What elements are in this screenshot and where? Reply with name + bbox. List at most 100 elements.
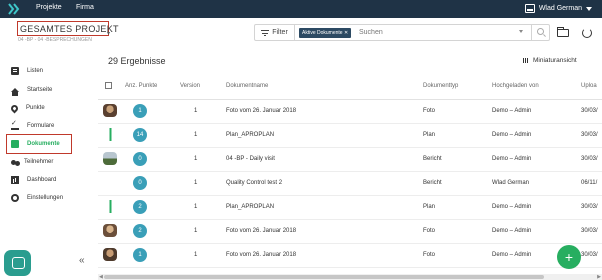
- sidebar-item-label: Startseite: [27, 87, 53, 93]
- version-cell: 1: [194, 204, 198, 210]
- sidebar-item-label: Einstellungen: [27, 195, 64, 201]
- chevron-down-icon[interactable]: [519, 30, 523, 33]
- sidebar-item-dashboard[interactable]: Dashboard: [11, 174, 56, 186]
- column-header-points[interactable]: Anz. Punkte: [125, 83, 157, 89]
- user-name: Wlad German: [538, 5, 582, 12]
- column-header-name[interactable]: Dokumentname: [226, 83, 268, 89]
- document-type-cell: Plan: [423, 132, 436, 138]
- document-name-cell[interactable]: Plan_APROPLAN: [226, 132, 274, 138]
- upload-date-cell: 30/03/: [581, 228, 598, 234]
- sidebar-item-dokumente[interactable]: Dokumente: [11, 138, 60, 150]
- sidebar-item-label: Listen: [27, 68, 44, 74]
- sidebar-item-teilnehmer[interactable]: Teilnehmer: [11, 156, 53, 168]
- column-header-uploader[interactable]: Hochgeladen von: [492, 83, 539, 89]
- upload-date-cell: 30/03/: [581, 108, 598, 114]
- sidebar-item-formulare[interactable]: Formulare: [11, 119, 55, 132]
- document-thumbnail[interactable]: [103, 104, 117, 117]
- app-logo-icon[interactable]: [7, 3, 21, 15]
- document-name-cell[interactable]: Quality Control test 2: [226, 180, 282, 186]
- document-thumbnail[interactable]: [103, 128, 117, 141]
- collapse-sidebar-icon[interactable]: «: [79, 255, 85, 266]
- document-thumbnail[interactable]: [103, 248, 117, 261]
- version-cell: 1: [194, 180, 198, 186]
- project-selector[interactable]: GESAMTES PROJEKT: [17, 21, 119, 36]
- document-type-cell: Foto: [423, 252, 436, 258]
- points-badge: 0: [133, 176, 147, 190]
- uploader-cell: Demo – Admin: [492, 228, 532, 234]
- sidebar-item-label: Dokumente: [27, 141, 60, 147]
- document-name-cell[interactable]: Plan_APROPLAN: [226, 204, 274, 210]
- document-thumbnail[interactable]: [103, 200, 117, 213]
- points-badge: 1: [133, 104, 147, 118]
- active-filter-chip[interactable]: Aktive Dokumente ✕: [299, 28, 352, 38]
- upload-date-cell: 30/03/: [581, 156, 598, 162]
- search-input[interactable]: [359, 27, 509, 38]
- version-cell: 1: [194, 108, 198, 114]
- filter-button[interactable]: Filter: [255, 25, 295, 40]
- document-type-cell: Bericht: [423, 156, 442, 162]
- add-document-button[interactable]: +: [557, 245, 581, 269]
- sidebar-item-label: Formulare: [27, 123, 55, 129]
- thumbnail-view-label: Miniaturansicht: [533, 57, 577, 64]
- chevron-down-icon[interactable]: ▾: [107, 30, 110, 37]
- table-row[interactable]: 14 1 Plan_APROPLAN Plan Demo – Admin 30/03/: [98, 124, 602, 148]
- document-type-cell: Foto: [423, 228, 436, 234]
- uploader-cell: Demo – Admin: [492, 156, 532, 162]
- dashboard-icon: [11, 176, 19, 184]
- filter-search-bar: Filter Aktive Dokumente ✕: [254, 24, 550, 41]
- sidebar-item-startseite[interactable]: Startseite: [11, 84, 52, 96]
- sidebar-item-einstellungen[interactable]: Einstellungen: [11, 192, 63, 204]
- user-menu[interactable]: Wlad German: [524, 4, 592, 13]
- chevron-down-icon: [586, 6, 592, 11]
- column-header-upload-date[interactable]: Uploa: [581, 83, 597, 89]
- document-name-cell[interactable]: 04 -BP - Daily visit: [226, 156, 275, 162]
- sidebar-item-punkte[interactable]: Punkte: [9, 102, 45, 114]
- sidebar-item-label: Dashboard: [27, 177, 57, 183]
- points-badge: 0: [133, 152, 147, 166]
- nav-firma[interactable]: Firma: [76, 4, 94, 11]
- document-icon: [11, 140, 19, 148]
- points-badge: 2: [133, 224, 147, 238]
- scroll-right-arrow-icon[interactable]: ▶: [597, 274, 601, 280]
- upload-date-cell: 06/11/: [581, 180, 598, 186]
- uploader-cell: Demo – Admin: [492, 132, 532, 138]
- team-icon: [11, 159, 16, 165]
- list-icon: [11, 67, 19, 75]
- document-thumbnail[interactable]: [103, 152, 117, 165]
- version-cell: 1: [194, 132, 198, 138]
- table-row[interactable]: 1 1 Foto vom 26. Januar 2018 Foto Demo – Adm…: [98, 100, 602, 124]
- chip-label: Aktive Dokumente ✕: [302, 30, 349, 36]
- scrollbar-thumb[interactable]: [104, 275, 544, 279]
- scroll-left-arrow-icon[interactable]: ◀: [99, 274, 103, 280]
- nav-projekte[interactable]: Projekte: [36, 4, 62, 11]
- document-thumbnail[interactable]: [103, 224, 117, 237]
- points-badge: 14: [133, 128, 147, 142]
- points-badge: 1: [133, 248, 147, 262]
- chat-button[interactable]: [4, 250, 31, 276]
- table-row[interactable]: 1 1 Foto vom 26. Januar 2018 Foto Demo – Adm…: [98, 244, 602, 268]
- document-name-cell[interactable]: Foto vom 26. Januar 2018: [226, 252, 296, 258]
- document-name-cell[interactable]: Foto vom 26. Januar 2018: [226, 228, 296, 234]
- version-cell: 1: [194, 252, 198, 258]
- upload-date-cell: 30/03/: [581, 252, 598, 258]
- select-all-checkbox[interactable]: [105, 82, 112, 89]
- thumbnail-view-toggle[interactable]: Miniaturansicht: [523, 57, 577, 64]
- column-header-type[interactable]: Dokumenttyp: [423, 83, 458, 89]
- filter-label: Filter: [272, 29, 288, 36]
- uploader-cell: Wlad German: [492, 180, 530, 186]
- folder-icon[interactable]: [557, 27, 569, 37]
- search-icon: [537, 28, 544, 35]
- refresh-icon[interactable]: [582, 28, 592, 38]
- horizontal-scrollbar[interactable]: ◀ ▶: [98, 274, 602, 280]
- gear-icon: [11, 194, 19, 202]
- grid-icon: [523, 58, 529, 63]
- table-row[interactable]: 0 1 04 -BP - Daily visit Bericht Demo – Admi…: [98, 148, 602, 172]
- sidebar-item-listen[interactable]: Listen: [11, 65, 43, 77]
- table-row[interactable]: 0 1 Quality Control test 2 Bericht Wlad Germ…: [98, 172, 602, 196]
- column-header-version[interactable]: Version: [180, 83, 200, 89]
- table-row[interactable]: 2 1 Foto vom 26. Januar 2018 Foto Demo – Adm…: [98, 220, 602, 244]
- table-row[interactable]: 2 1 Plan_APROPLAN Plan Demo – Admin 30/03/: [98, 196, 602, 220]
- search-button[interactable]: [531, 25, 550, 40]
- document-name-cell[interactable]: Foto vom 26. Januar 2018: [226, 108, 296, 114]
- results-count: 29 Ergebnisse: [108, 56, 166, 66]
